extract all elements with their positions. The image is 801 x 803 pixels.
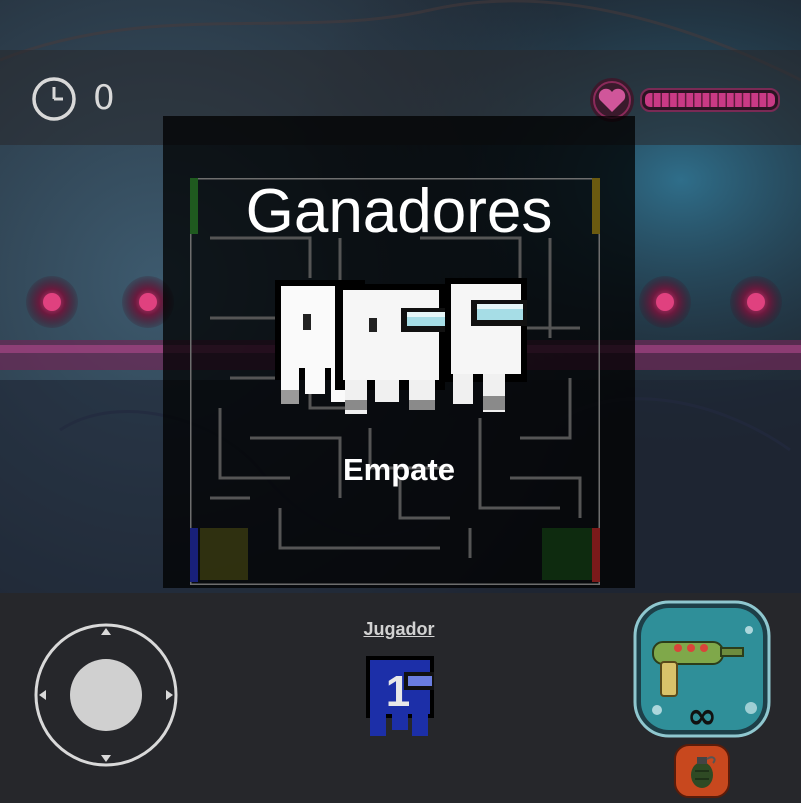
timer-value: 0 <box>93 78 115 118</box>
grenade-button[interactable] <box>673 743 731 799</box>
clock-icon <box>32 77 76 121</box>
joystick-thumb <box>70 659 142 731</box>
player-number: 1 <box>386 667 410 716</box>
ghost-right <box>445 278 527 412</box>
corner-yellow <box>200 528 248 580</box>
results-outcome: Empate <box>343 452 455 487</box>
health-bar <box>640 88 780 112</box>
results-title: Ganadores <box>245 177 553 246</box>
arrow-down-icon <box>101 755 111 762</box>
player-label: Jugador <box>363 619 435 639</box>
weapon-button[interactable]: ∞ <box>633 600 771 738</box>
corner-red <box>592 528 600 582</box>
ghost-middle <box>335 284 451 414</box>
winner-ghosts <box>275 278 527 414</box>
corner-green-bottom <box>542 528 592 580</box>
arrow-up-icon <box>101 628 111 635</box>
arrow-right-icon <box>166 690 173 700</box>
arrow-left-icon <box>39 690 46 700</box>
corner-blue <box>190 528 198 582</box>
ammo-count: ∞ <box>687 696 717 737</box>
player-icon: 1 <box>366 656 434 736</box>
virtual-joystick[interactable] <box>33 622 179 768</box>
